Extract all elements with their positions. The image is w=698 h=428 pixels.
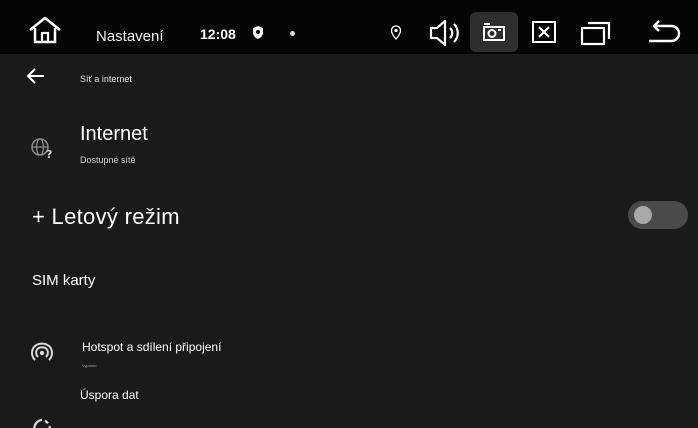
hotspot-subtitle: Vypnuto: [82, 363, 97, 368]
system-nav-bar: Nastavení 12:08: [0, 0, 698, 54]
notification-dot: [290, 31, 295, 36]
status-clock: 12:08: [200, 26, 236, 42]
data-saver-title: Úspora dat: [80, 388, 139, 402]
internet-subtitle: Dostupné sítě: [80, 155, 136, 165]
android-settings-screen: Nastavení 12:08 Síť a internet ? Interne…: [0, 0, 698, 428]
globe-question-icon: ?: [30, 137, 56, 159]
recents-icon[interactable]: [580, 20, 612, 46]
location-icon: [390, 25, 402, 40]
settings-item-data-saver[interactable]: Úspora dat: [0, 384, 698, 428]
settings-item-hotspot[interactable]: Hotspot a sdílení připojení Vypnuto: [0, 330, 698, 380]
airplane-mode-toggle[interactable]: [628, 201, 688, 229]
settings-item-sim-cards[interactable]: SIM karty: [0, 262, 698, 302]
arrow-back-icon[interactable]: [26, 66, 46, 86]
sim-title: SIM karty: [32, 272, 96, 289]
screenshot-button[interactable]: [470, 12, 518, 52]
internet-title: Internet: [80, 123, 148, 145]
data-saver-icon: [30, 418, 54, 428]
shield-icon: [252, 25, 264, 40]
toggle-knob: [634, 206, 652, 224]
close-icon[interactable]: [530, 20, 558, 44]
home-icon[interactable]: [26, 16, 64, 44]
hotspot-icon: [30, 340, 54, 364]
app-title: Nastavení: [96, 28, 164, 45]
settings-header: Síť a internet: [0, 54, 698, 100]
airplane-mode-title: + Letový režim: [32, 204, 180, 229]
breadcrumb: Síť a internet: [80, 74, 132, 84]
hotspot-title: Hotspot a sdílení připojení: [82, 340, 222, 354]
back-icon[interactable]: [645, 20, 681, 46]
svg-text:?: ?: [46, 148, 52, 159]
settings-item-airplane-mode[interactable]: + Letový režim: [0, 196, 698, 240]
settings-item-internet[interactable]: ? Internet Dostupné sítě: [0, 115, 698, 185]
volume-icon[interactable]: [428, 18, 462, 48]
camera-icon: [483, 23, 505, 41]
